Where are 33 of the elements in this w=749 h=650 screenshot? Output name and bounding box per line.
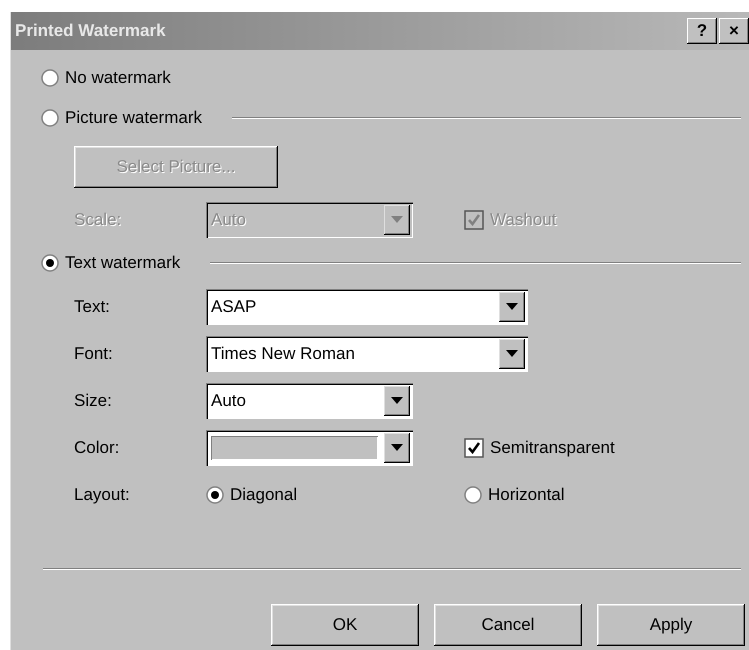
radio-option[interactable]: Picture watermark: [41, 108, 202, 128]
dropdown-arrow-icon: [391, 216, 403, 223]
dialog-button[interactable]: Apply: [597, 604, 745, 646]
checkbox-option[interactable]: Semitransparent: [464, 438, 615, 458]
radio-option[interactable]: Horizontal: [464, 484, 565, 504]
radio-button[interactable]: [41, 254, 59, 272]
checkbox[interactable]: [464, 438, 484, 458]
radio-option[interactable]: Diagonal: [206, 484, 464, 504]
field-label: Scale:: [74, 210, 122, 230]
window-title: Printed Watermark: [15, 21, 167, 41]
dropdown-arrow-icon: [391, 444, 403, 451]
dropdown[interactable]: Auto: [206, 382, 413, 418]
field-label: Size:: [74, 390, 113, 410]
dropdown-arrow-icon: [391, 397, 403, 404]
dropdown-arrow-icon: [506, 303, 518, 310]
radio-option[interactable]: Text watermark: [41, 253, 180, 273]
field-label: Text:: [74, 296, 111, 316]
dropdown[interactable]: Times New Roman: [206, 336, 528, 372]
dropdown-arrow-icon: [506, 350, 518, 357]
radio-option[interactable]: No watermark: [41, 68, 171, 88]
radio-button[interactable]: [206, 486, 224, 504]
close-button[interactable]: ×: [719, 18, 749, 44]
dialog-button[interactable]: OK: [271, 604, 419, 646]
radio-button[interactable]: [41, 109, 59, 127]
dialog-button[interactable]: Cancel: [434, 604, 582, 646]
radio-button[interactable]: [41, 69, 59, 87]
color-dropdown[interactable]: [206, 430, 413, 466]
help-button[interactable]: ?: [687, 18, 717, 44]
field-label: Font:: [74, 344, 114, 364]
field-label: Color:: [74, 438, 120, 458]
dropdown[interactable]: ASAP: [206, 288, 528, 324]
field-label: Layout:: [74, 484, 131, 504]
radio-button[interactable]: [464, 486, 482, 504]
